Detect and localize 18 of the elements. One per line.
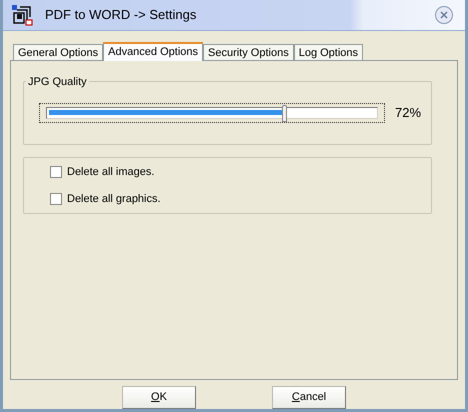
checkbox[interactable] [50,166,62,178]
quality-reading: 72% [395,104,422,122]
tab[interactable]: Log Options [294,44,364,60]
tab[interactable]: General Options [13,44,104,60]
slider-thumb[interactable] [282,105,287,122]
tab[interactable]: Security Options [203,44,294,60]
dialog-button[interactable]: OK [122,386,196,409]
close-icon [440,11,448,19]
tab[interactable]: Advanced Options [103,42,203,61]
checkbox-label: Delete all images. [67,165,154,180]
app-icon [11,4,33,26]
checkbox-label: Delete all graphics. [67,192,161,206]
dialog-button[interactable]: Cancel [272,386,346,409]
group-title: JPG Quality [26,74,89,90]
window-title: PDF to WORD -> Settings [45,6,198,24]
close-button[interactable] [435,6,453,24]
quality-slider[interactable] [39,103,385,123]
checkbox[interactable] [50,192,62,205]
